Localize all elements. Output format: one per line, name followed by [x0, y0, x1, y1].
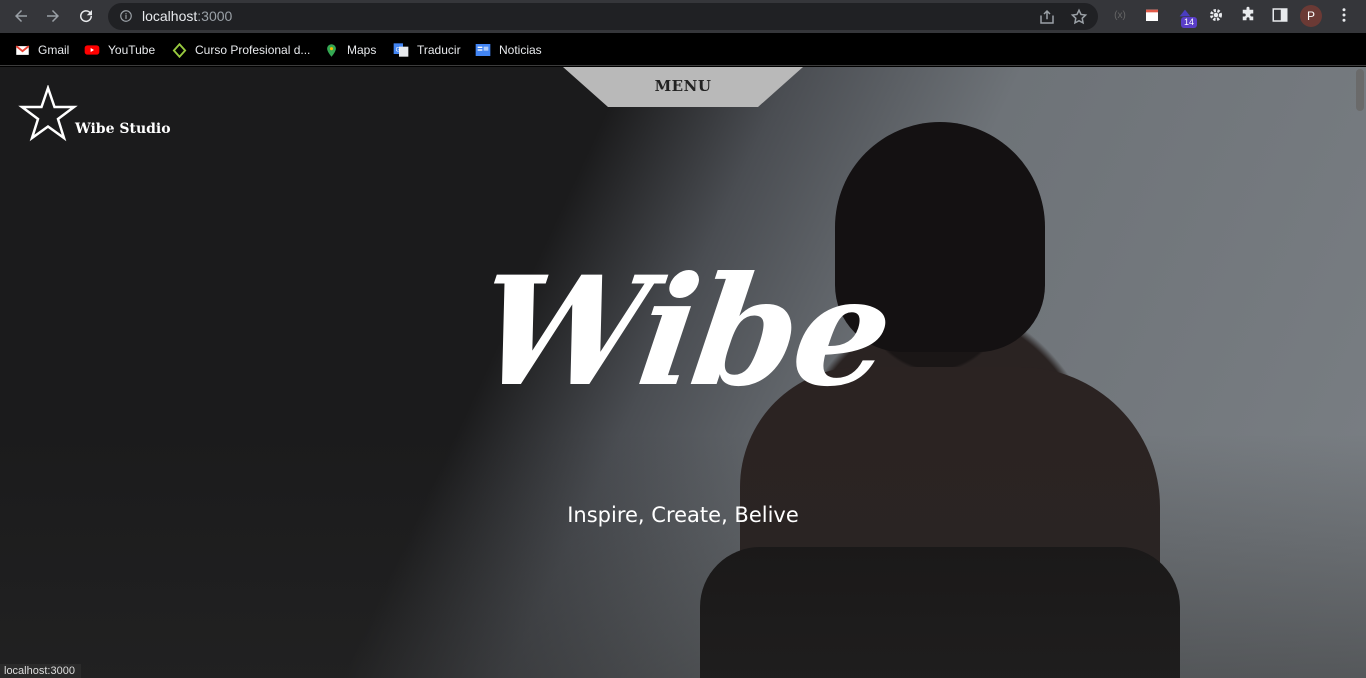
url-host: localhost [142, 8, 198, 24]
hero-tagline: Inspire, Create, Belive [567, 503, 799, 527]
bookmark-maps[interactable]: Maps [323, 41, 376, 59]
bookmark-label: YouTube [108, 43, 156, 57]
more-menu-icon[interactable] [1335, 6, 1353, 24]
bookmark-news[interactable]: Noticias [475, 41, 542, 59]
svg-text:G: G [396, 47, 401, 53]
reload-icon [80, 10, 93, 23]
translate-icon: G [393, 42, 409, 58]
gmail-icon [14, 42, 30, 58]
url-text[interactable]: localhost:3000 [142, 8, 232, 24]
url-port: :3000 [197, 8, 233, 24]
bookmark-star-icon[interactable] [1070, 8, 1088, 26]
youtube-icon [84, 42, 100, 58]
extension-badge: 14 [1181, 17, 1198, 28]
course-icon [171, 42, 187, 58]
extensions-puzzle-icon[interactable] [1239, 6, 1257, 24]
profile-avatar[interactable]: P [1300, 5, 1322, 27]
calendar-extension-icon[interactable] [1143, 6, 1161, 24]
bookmark-label: Traducir [417, 43, 461, 57]
extension-x-icon[interactable]: (x) [1111, 6, 1129, 24]
back-button[interactable] [10, 5, 32, 27]
arrow-right-icon [47, 10, 59, 22]
hero-title: Wibe [467, 244, 899, 420]
bookmark-label: Maps [347, 43, 377, 57]
bookmark-label: Gmail [38, 43, 70, 57]
bookmarks-bar: Gmail YouTube Curso Profesional d... Map… [0, 33, 1366, 66]
news-icon [475, 42, 491, 58]
info-icon[interactable] [119, 9, 133, 23]
star-logo-icon[interactable] [18, 85, 78, 143]
menu-button[interactable]: MENU [563, 67, 803, 107]
browser-toolbar: localhost:3000 (x) 14 P [0, 0, 1366, 33]
maps-icon [323, 42, 339, 58]
arrow-left-icon [15, 10, 27, 22]
bookmark-translate[interactable]: G Traducir [393, 41, 461, 59]
page-scrollbar[interactable] [1356, 69, 1364, 111]
status-bar-url: localhost:3000 [0, 664, 81, 678]
bookmark-course[interactable]: Curso Profesional d... [171, 41, 310, 59]
reload-button[interactable] [75, 5, 97, 27]
web-page: MENU Wibe Studio Wibe Inspire, Create, B… [0, 67, 1366, 678]
side-panel-icon[interactable] [1271, 6, 1289, 24]
address-bar[interactable]: localhost:3000 [108, 3, 1098, 30]
bookmark-label: Curso Profesional d... [195, 43, 311, 57]
menu-label: MENU [654, 77, 712, 95]
bookmark-youtube[interactable]: YouTube [84, 41, 155, 59]
bookmark-gmail[interactable]: Gmail [14, 41, 69, 59]
forward-button[interactable] [42, 5, 64, 27]
share-icon[interactable] [1038, 8, 1056, 26]
settings-gear-icon[interactable] [1207, 6, 1225, 24]
logo-text[interactable]: Wibe Studio [75, 121, 171, 137]
bookmark-label: Noticias [499, 43, 542, 57]
